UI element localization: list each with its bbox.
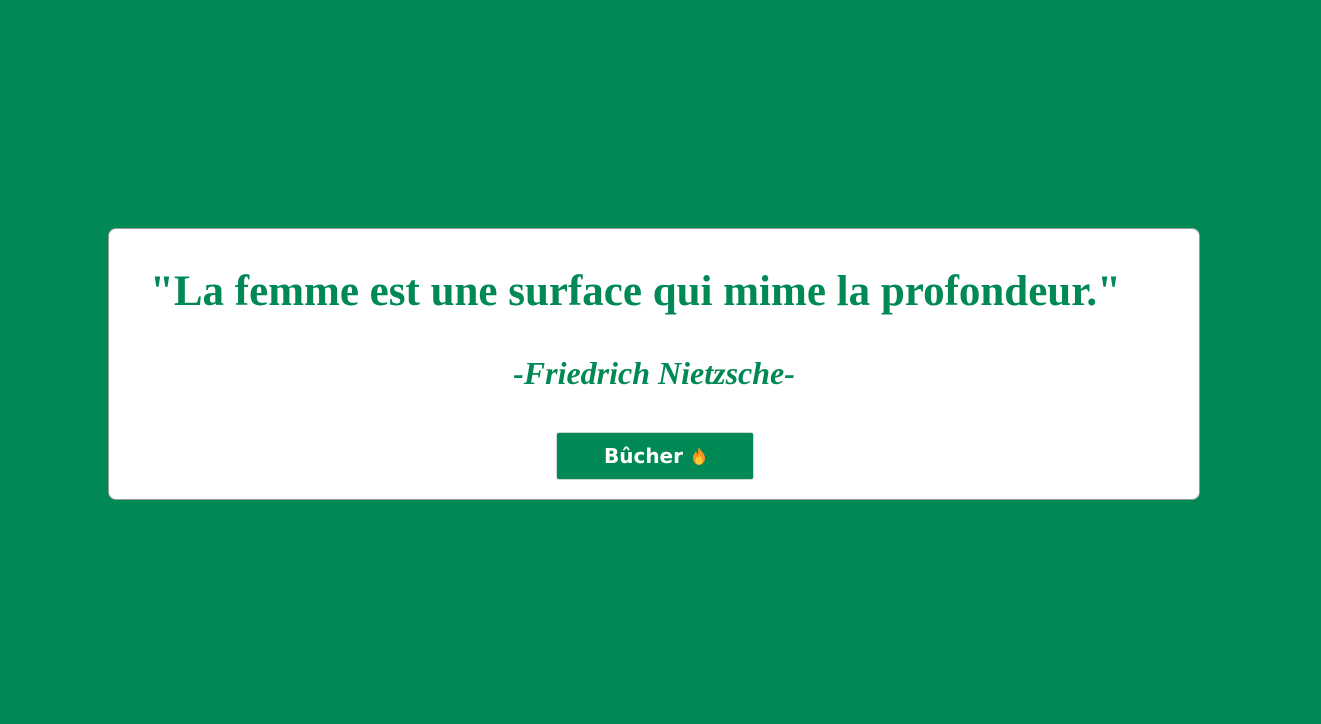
- burn-button-label: Bûcher: [603, 444, 683, 468]
- quote-author: -Friedrich Nietzsche-: [513, 355, 795, 391]
- page-background: { "quote": { "text": "\"La femme est une…: [0, 0, 1321, 724]
- quote-text: "La femme est une surface qui mime la pr…: [150, 268, 1121, 315]
- fire-icon: [692, 435, 706, 465]
- burn-button[interactable]: Bûcher: [556, 432, 754, 480]
- quote-card: "La femme est une surface qui mime la pr…: [108, 228, 1200, 500]
